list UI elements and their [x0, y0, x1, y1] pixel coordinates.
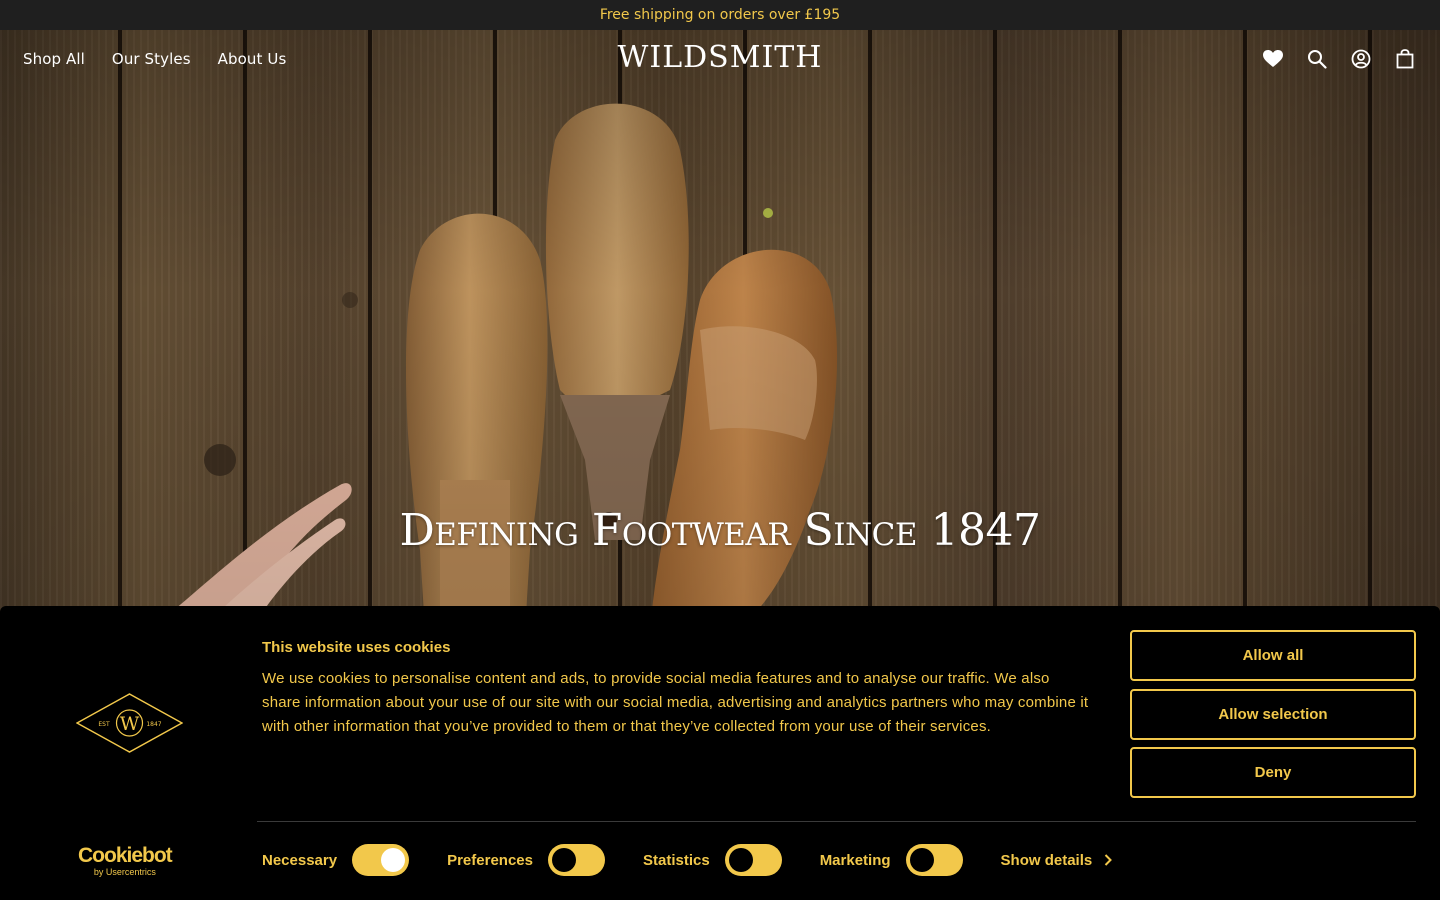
consent-label-necessary: Necessary [262, 851, 338, 869]
cookie-description: We use cookies to personalise content an… [262, 670, 1089, 735]
toggle-knob [381, 848, 406, 872]
hero-title: Defining Footwear Since 1847 [399, 505, 1041, 556]
cookiebot-logo[interactable]: Cookiebot by Usercentrics [78, 844, 173, 878]
consent-label-marketing: Marketing [819, 851, 891, 869]
bag-icon[interactable] [1394, 48, 1416, 70]
allow-all-button[interactable]: Allow all [1130, 630, 1416, 681]
brand-emblem: W EST 1847 [75, 693, 184, 758]
nav-shop-all[interactable]: Shop All [23, 50, 85, 68]
header-icons [1262, 30, 1416, 88]
marketing-toggle[interactable] [905, 844, 963, 876]
toggle-knob [909, 848, 934, 872]
emblem-monogram: W [120, 713, 140, 735]
cookie-heading: This website uses cookies [262, 639, 451, 656]
deny-button[interactable]: Deny [1130, 747, 1416, 798]
brand-logo[interactable]: WILDSMITH [560, 40, 880, 75]
consent-statistics: Statistics [643, 844, 782, 876]
emblem-year: 1847 [146, 721, 161, 728]
account-icon[interactable] [1350, 48, 1372, 70]
necessary-toggle[interactable] [352, 844, 410, 876]
search-icon[interactable] [1306, 48, 1328, 70]
cookie-divider [257, 821, 1416, 822]
consent-marketing: Marketing [820, 844, 963, 876]
site-header: Shop All Our Styles About Us WILDSMITH [0, 30, 1440, 88]
heart-icon[interactable] [1262, 48, 1284, 70]
nav-our-styles[interactable]: Our Styles [112, 50, 191, 68]
toggle-knob [551, 848, 576, 872]
cookiebot-name: Cookiebot [78, 844, 173, 867]
emblem-est: EST [98, 721, 110, 728]
cookiebot-sub: by Usercentrics [93, 867, 156, 877]
show-details-link[interactable]: Show details [1001, 852, 1113, 869]
main-nav: Shop All Our Styles About Us [23, 30, 286, 88]
announcement-text: Free shipping on orders over £195 [599, 7, 841, 23]
consent-necessary: Necessary [262, 844, 410, 876]
chevron-right-icon [1105, 854, 1113, 866]
preferences-toggle[interactable] [547, 844, 605, 876]
nav-about-us[interactable]: About Us [218, 50, 287, 68]
show-details-label: Show details [1000, 851, 1093, 869]
consent-label-statistics: Statistics [642, 851, 710, 869]
toggle-knob [728, 848, 753, 872]
consent-label-preferences: Preferences [447, 851, 533, 869]
consent-preferences: Preferences [447, 844, 605, 876]
consent-toggles: Necessary Preferences Statistics Marketi… [262, 844, 1113, 876]
statistics-toggle[interactable] [724, 844, 782, 876]
allow-selection-button[interactable]: Allow selection [1130, 689, 1416, 740]
announcement-bar: Free shipping on orders over £195 [0, 0, 1440, 30]
